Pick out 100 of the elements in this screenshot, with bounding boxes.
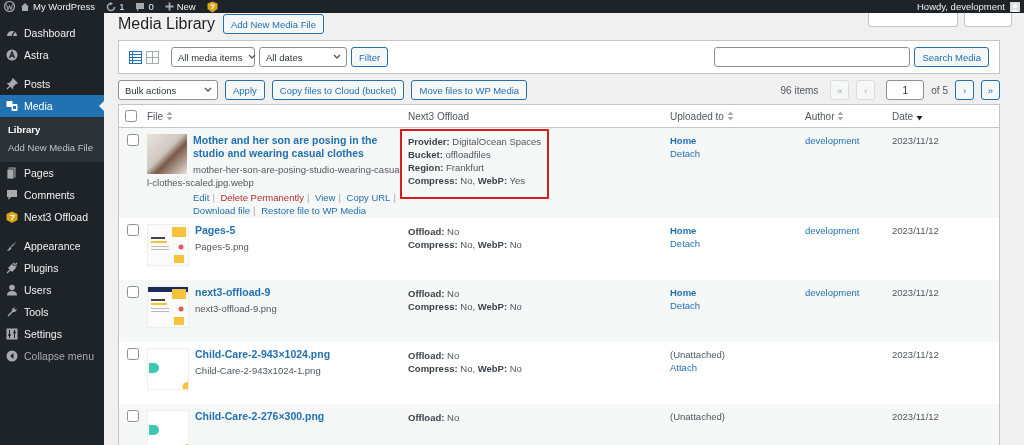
action-button[interactable]: Move files to WP Media <box>411 80 528 100</box>
date-text: 2023/11/12 <box>892 286 940 299</box>
column-header[interactable]: Author <box>805 110 835 122</box>
sidebar-item[interactable]: Posts <box>0 73 104 95</box>
chevron-icon <box>204 87 212 93</box>
search-button[interactable]: Search Media <box>914 47 989 67</box>
offload-info: Offload: No <box>408 349 461 362</box>
home-icon <box>20 2 30 11</box>
offload-info: Offload: No <box>408 411 461 424</box>
attach-link[interactable]: Attach <box>670 361 797 374</box>
date-select[interactable]: All dates <box>259 47 347 67</box>
update-count[interactable]: 1 <box>119 1 125 12</box>
wrench-icon <box>6 306 18 318</box>
detach-link[interactable]: Detach <box>670 299 797 312</box>
sidebar-item[interactable]: Media <box>0 95 104 117</box>
grid-view-icon[interactable] <box>146 50 159 64</box>
submenu-item[interactable]: Library <box>0 122 104 140</box>
file-title-link[interactable]: Child-Care-2-276×300.png <box>147 410 400 423</box>
offload-info: Provider: DigitalOcean Spaces <box>408 135 542 148</box>
avatar-icon[interactable] <box>1010 1 1020 12</box>
checkbox[interactable] <box>127 410 139 422</box>
panel-tab[interactable] <box>868 13 958 27</box>
detach-link[interactable]: Detach <box>670 237 797 250</box>
offload-info: Compress: No, WebP: No <box>408 238 523 251</box>
file-title-link[interactable]: next3-offload-9 <box>147 286 400 299</box>
page-button[interactable]: › <box>955 80 974 100</box>
action-link[interactable]: View <box>315 192 336 203</box>
wordpress-logo-icon[interactable] <box>4 1 15 12</box>
column-header[interactable]: Date <box>892 110 914 122</box>
file-name: mother-her-son-are-posing-studio-wearing-casual-clothes-scaled.jpg.webp <box>147 163 400 189</box>
offload-info: Region: Frankfurt <box>408 161 485 174</box>
checkbox[interactable] <box>127 134 139 146</box>
sidebar-item[interactable]: Collapse menu <box>0 345 104 367</box>
link-separator: | <box>393 192 396 203</box>
link-separator: | <box>253 205 256 216</box>
media-type-select[interactable]: All media items <box>171 47 255 67</box>
link-separator: | <box>338 192 341 203</box>
file-title-link[interactable]: Child-Care-2-943×1024.png <box>147 348 400 361</box>
sidebar-item[interactable]: Dashboard <box>0 22 104 44</box>
search-field[interactable] <box>714 47 911 67</box>
file-name: next3-offload-9.png <box>194 302 278 315</box>
date-text: 2023/11/12 <box>892 224 940 237</box>
page-total: of 5 <box>931 84 948 96</box>
greeting-link[interactable]: Howdy, development <box>917 1 1005 12</box>
author-link[interactable]: development <box>805 134 884 147</box>
date-text: 2023/11/12 <box>892 348 940 361</box>
item-count: 96 items <box>780 84 819 96</box>
bulk-actions-select[interactable]: Bulk actions <box>118 80 218 100</box>
page-number-field[interactable]: 1 <box>886 80 925 100</box>
column-header[interactable]: Uploaded to <box>670 110 724 122</box>
page-icon <box>6 167 18 179</box>
speech-bubble-icon <box>6 189 18 201</box>
column-header[interactable]: File <box>147 110 164 122</box>
action-link[interactable]: Edit <box>193 192 210 203</box>
checkbox[interactable] <box>127 224 139 236</box>
delete-link[interactable]: Delete Permanently <box>220 192 304 203</box>
apply-button[interactable]: Apply <box>225 80 265 100</box>
page-button[interactable]: » <box>981 80 1000 100</box>
file-title-link[interactable]: Pages-5 <box>147 224 400 237</box>
checkbox[interactable] <box>127 348 139 360</box>
author-link[interactable]: development <box>805 224 884 237</box>
sidebar-item[interactable]: Pages <box>0 162 104 184</box>
sidebar-item[interactable]: Plugins <box>0 257 104 279</box>
sidebar-item[interactable]: Users <box>0 279 104 301</box>
file-name: Pages-5.png <box>194 240 250 253</box>
new-link[interactable]: New <box>176 1 196 12</box>
sidebar-item[interactable]: Appearance <box>0 235 104 257</box>
shield-badge-icon[interactable] <box>206 0 218 13</box>
site-name-link[interactable]: My WordPress <box>33 1 96 12</box>
file-title-link[interactable]: Mother and her son are posing in the studio and wearing casual clothes <box>147 134 400 160</box>
action-link[interactable]: Download file <box>193 205 251 216</box>
refresh-icon <box>106 1 117 12</box>
settings-icon <box>6 328 18 340</box>
parent-page-link[interactable]: Home <box>670 286 797 299</box>
pushpin-icon <box>6 78 18 90</box>
add-new-button[interactable]: Add New Media File <box>222 14 324 34</box>
file-name: Child-Care-2-943x1024-1.png <box>194 364 322 377</box>
sidebar-item[interactable]: Tools <box>0 301 104 323</box>
brush-icon <box>6 240 18 252</box>
comment-count[interactable]: 0 <box>148 1 154 12</box>
author-link[interactable]: development <box>805 286 884 299</box>
checkbox[interactable] <box>127 286 139 298</box>
parent-page-link[interactable]: Home <box>670 224 797 237</box>
action-link[interactable]: Restore file to WP Media <box>261 205 367 216</box>
date-text: 2023/11/12 <box>892 134 940 147</box>
page-title: Media Library <box>118 15 215 33</box>
detach-link[interactable]: Detach <box>670 147 797 160</box>
sidebar-item[interactable]: Next3 Offload <box>0 206 104 228</box>
chevron-icon <box>333 54 341 60</box>
parent-page-link[interactable]: Home <box>670 134 797 147</box>
list-view-icon[interactable] <box>129 50 142 64</box>
filter-button[interactable]: Filter <box>351 47 389 67</box>
checkbox[interactable] <box>125 110 137 122</box>
sidebar-item[interactable]: Astra <box>0 44 104 66</box>
sidebar-item[interactable]: Comments <box>0 184 104 206</box>
action-link[interactable]: Copy URL <box>346 192 391 203</box>
submenu-item[interactable]: Add New Media File <box>0 140 104 158</box>
sidebar-item[interactable]: Settings <box>0 323 104 345</box>
action-button[interactable]: Copy files to Cloud (bucket) <box>271 80 405 100</box>
offload-info: Compress: No, WebP: Yes <box>408 174 527 187</box>
